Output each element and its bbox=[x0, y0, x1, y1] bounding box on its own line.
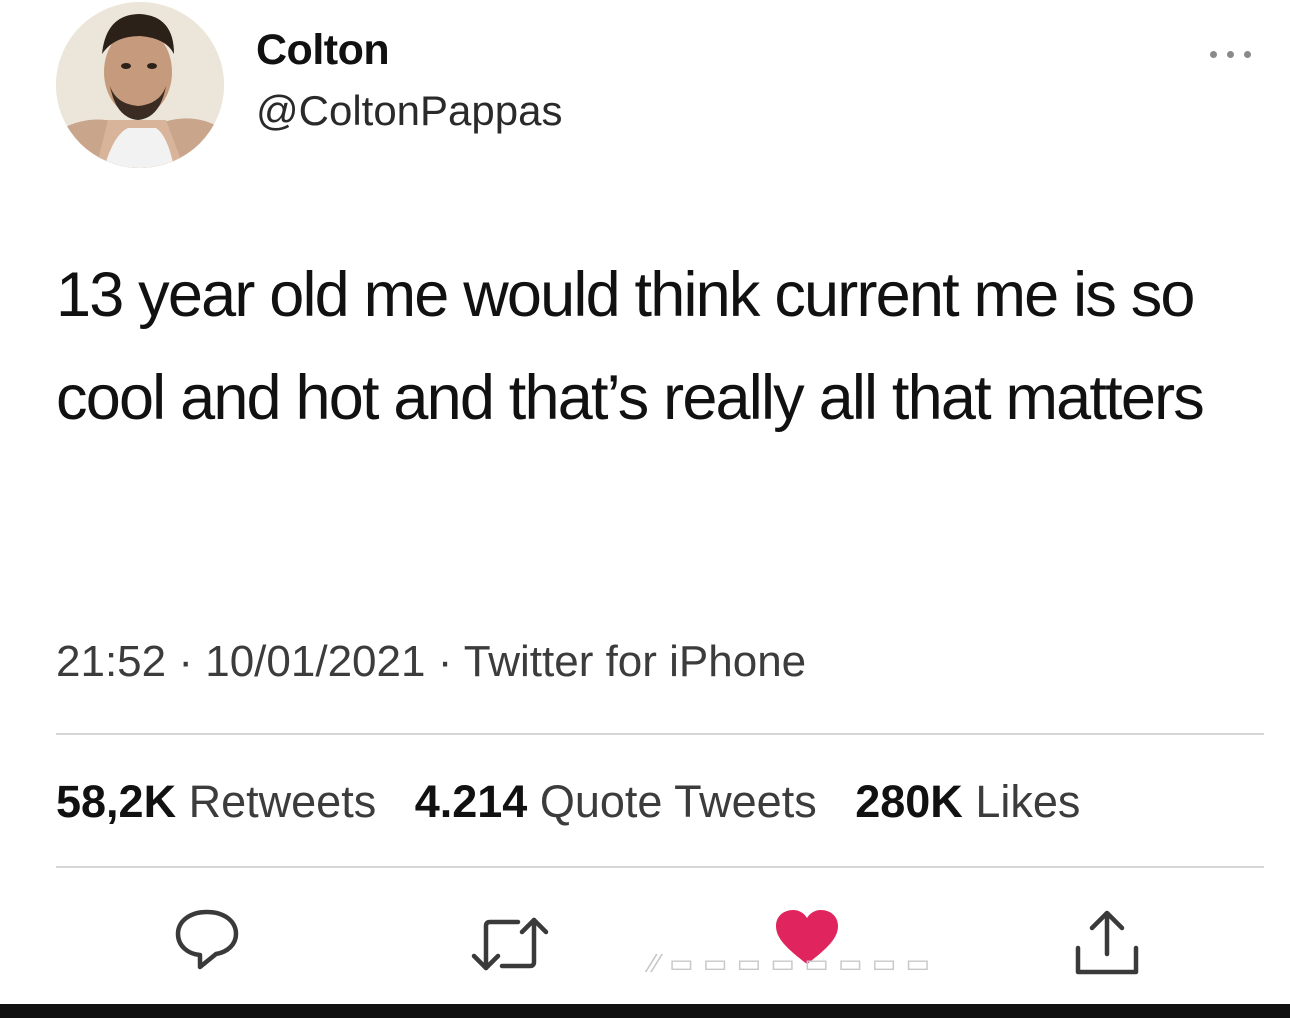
retweet-icon bbox=[471, 917, 549, 971]
tweet-time: 21:52 bbox=[56, 637, 167, 686]
more-options-button[interactable] bbox=[1210, 48, 1260, 60]
divider bbox=[56, 866, 1264, 868]
reply-icon bbox=[175, 909, 239, 970]
quote-tweets-count: 4.214 bbox=[414, 776, 528, 827]
tweet-stats: 58,2K Retweets 4.214 Quote Tweets 280K L… bbox=[56, 776, 1106, 828]
profile-photo bbox=[56, 2, 224, 168]
retweets-stat[interactable]: 58,2K Retweets bbox=[56, 776, 376, 828]
meta-separator: · bbox=[178, 637, 193, 686]
share-icon bbox=[1075, 910, 1139, 975]
avatar[interactable] bbox=[56, 2, 224, 168]
more-dot-icon bbox=[1227, 50, 1234, 58]
tweet-meta: 21:52 · 10/01/2021 · Twitter for iPhone bbox=[56, 637, 806, 687]
bottom-bar bbox=[0, 1004, 1290, 1018]
likes-count: 280K bbox=[855, 776, 963, 827]
retweets-count: 58,2K bbox=[56, 776, 177, 827]
more-dot-icon bbox=[1244, 50, 1251, 58]
tweet-source[interactable]: Twitter for iPhone bbox=[464, 637, 806, 686]
meta-separator: · bbox=[437, 637, 453, 686]
quote-tweets-stat[interactable]: 4.214 Quote Tweets bbox=[415, 776, 817, 828]
tweet-date: 10/01/2021 bbox=[205, 637, 426, 686]
share-button[interactable] bbox=[1074, 908, 1140, 976]
tweet-text: 13 year old me would think current me is… bbox=[56, 260, 1205, 433]
reply-button[interactable] bbox=[174, 906, 240, 972]
more-dot-icon bbox=[1210, 50, 1217, 58]
retweets-label: Retweets bbox=[188, 776, 377, 827]
divider bbox=[56, 733, 1264, 735]
quote-tweets-label: Quote Tweets bbox=[539, 776, 817, 827]
watermark-text: ⁄⁄ ▭ ▭ ▭ ▭ ▭ ▭ ▭ ▭ bbox=[650, 948, 931, 978]
author-display-name[interactable]: Colton bbox=[256, 26, 390, 75]
retweet-button[interactable] bbox=[470, 916, 550, 972]
author-handle[interactable]: @ColtonPappas bbox=[256, 87, 563, 135]
likes-stat[interactable]: 280K Likes bbox=[855, 776, 1080, 828]
likes-label: Likes bbox=[975, 776, 1081, 827]
